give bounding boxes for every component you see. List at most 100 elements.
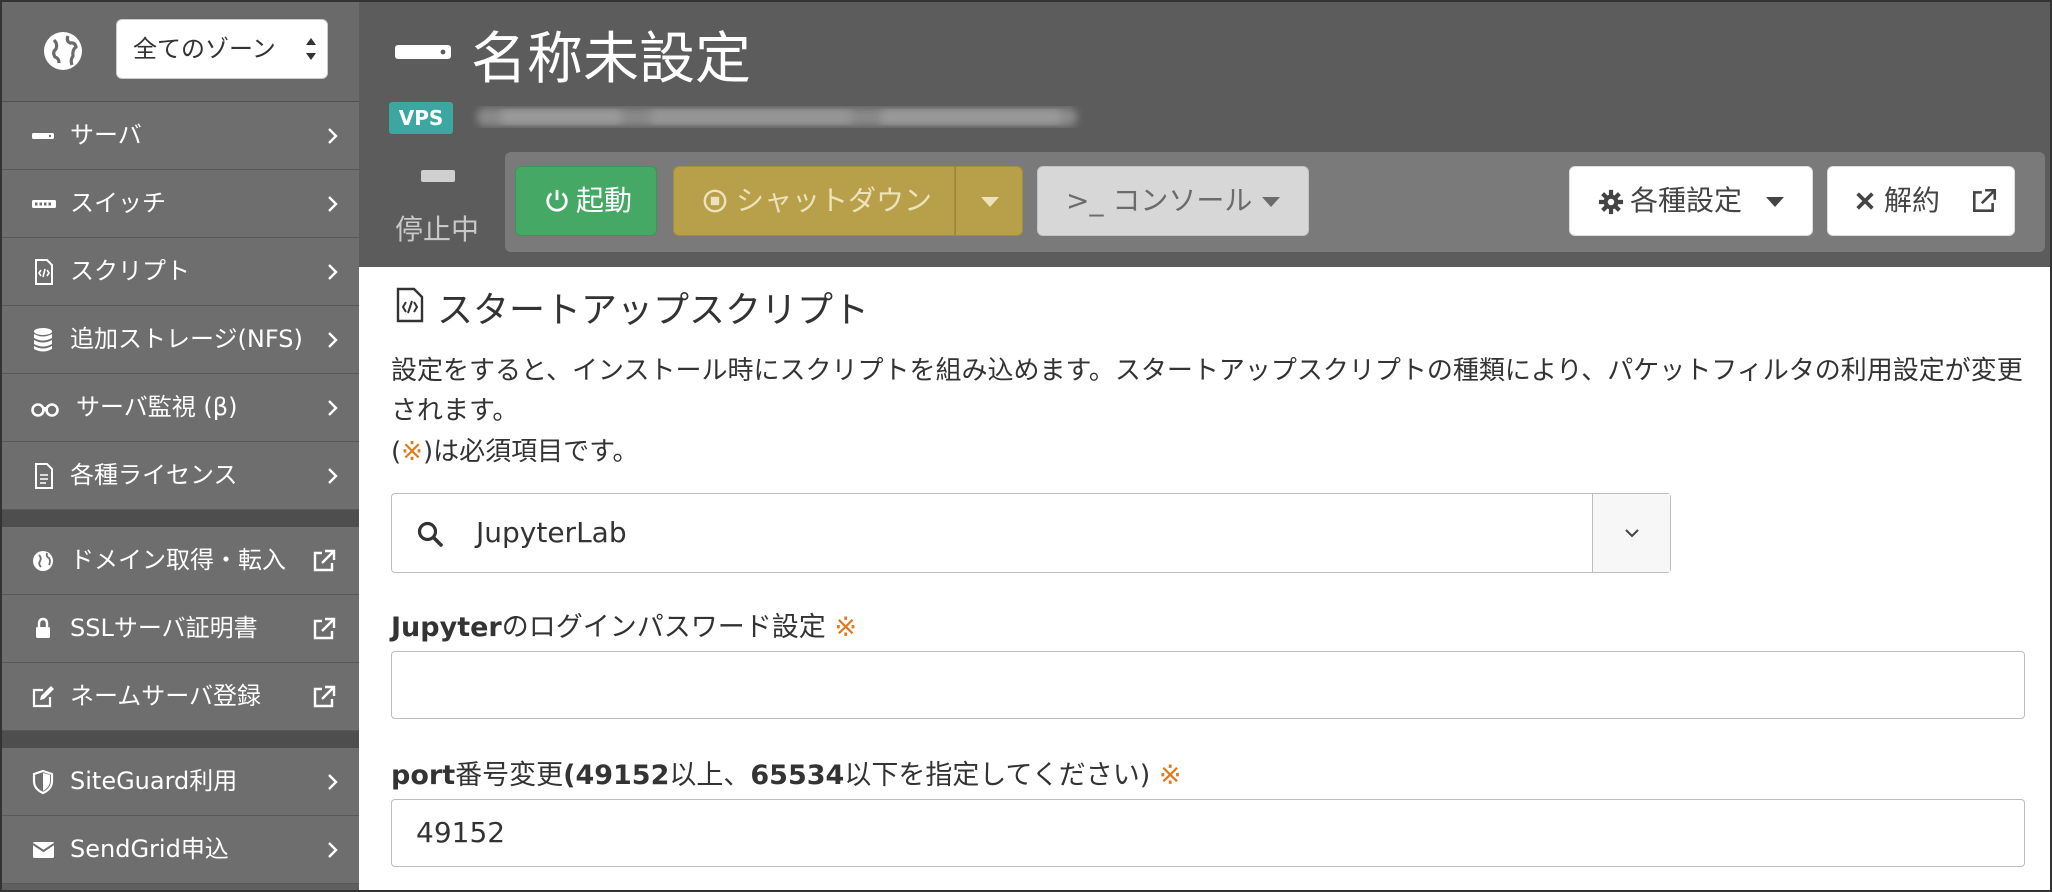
sidebar-item-licenses[interactable]: 各種ライセンス <box>2 442 359 510</box>
script-select[interactable]: JupyterLab <box>391 493 1671 573</box>
cancel-contract-label: 解約 <box>1884 184 1941 217</box>
password-label-bold: Jupyter <box>391 612 502 643</box>
startup-script-panel: スタートアップスクリプト 設定をすると、インストール時にスクリプトを組み込めます… <box>359 267 2050 890</box>
console-button[interactable]: >_ コンソール <box>1037 166 1309 236</box>
server-icon <box>395 45 451 59</box>
sidebar-item-sendgrid[interactable]: SendGrid申込 <box>2 816 359 884</box>
redacted-address <box>477 108 1077 126</box>
caret-down-icon <box>1262 197 1280 207</box>
settings-label: 各種設定 <box>1630 184 1743 217</box>
power-icon <box>546 189 568 212</box>
select-arrows-icon <box>306 38 316 60</box>
sidebar-item-label: 各種ライセンス <box>70 461 238 489</box>
sidebar-item-domain[interactable]: ドメイン取得・転入 <box>2 527 359 595</box>
page-title: 名称未設定 <box>471 27 751 92</box>
port-label: port番号変更(49152以上、65534以下を指定してください) ※ <box>391 753 1181 792</box>
start-label: 起動 <box>576 184 633 217</box>
document-icon <box>35 463 53 489</box>
search-icon <box>417 521 443 547</box>
sidebar-item-label: サーバ <box>70 121 142 149</box>
sidebar: 全てのゾーン サーバ スイッチ スクリプト 追加ストレージ(NFS) サーバ監視… <box>2 2 359 890</box>
required-mark: ※ <box>834 612 857 643</box>
chevron-right-icon <box>328 468 338 484</box>
sidebar-item-label: スクリプト <box>70 257 190 285</box>
password-label: Jupyterのログインパスワード設定 ※ <box>391 605 857 644</box>
sidebar-divider <box>2 510 359 527</box>
vps-badge: VPS <box>389 102 453 134</box>
shield-icon <box>32 769 54 795</box>
switch-icon <box>32 200 56 208</box>
zone-bar: 全てのゾーン <box>2 2 359 102</box>
sidebar-item-storage[interactable]: 追加ストレージ(NFS) <box>2 306 359 374</box>
chevron-down-icon <box>1625 529 1639 538</box>
port-label-d: 以上、 <box>669 760 751 791</box>
sidebar-item-label: SendGrid申込 <box>70 835 229 863</box>
close-icon <box>1856 192 1874 210</box>
shutdown-button[interactable]: シャットダウン <box>673 166 955 236</box>
external-link-icon <box>313 685 336 708</box>
caret-down-icon <box>981 197 999 207</box>
port-label-c: (49152 <box>563 760 670 791</box>
required-mark: ※ <box>1158 760 1182 791</box>
shutdown-dropdown-button[interactable] <box>955 166 1023 236</box>
sidebar-item-script[interactable]: スクリプト <box>2 238 359 306</box>
power-status: 停止中 <box>359 152 501 267</box>
server-icon <box>32 133 54 139</box>
edit-icon <box>32 686 54 708</box>
stopped-icon <box>421 170 455 182</box>
port-label-b: 番号変更 <box>455 760 564 791</box>
sidebar-item-label: サーバ監視 (β) <box>76 393 238 421</box>
external-link-icon <box>313 617 336 640</box>
zone-select[interactable]: 全てのゾーン <box>116 19 328 79</box>
console-label: >_ コンソール <box>1066 184 1253 217</box>
script-select-toggle[interactable] <box>1592 494 1670 572</box>
required-note-open: ( <box>391 437 402 467</box>
sidebar-item-label: スイッチ <box>70 189 166 217</box>
password-input[interactable] <box>391 651 2025 719</box>
script-icon <box>396 287 424 323</box>
external-link-icon <box>1973 188 1997 212</box>
chevron-right-icon <box>328 774 338 790</box>
required-note-text: )は必須項目です。 <box>422 437 639 467</box>
chevron-right-icon <box>328 196 338 212</box>
status-text: 停止中 <box>395 213 480 246</box>
shutdown-label: シャットダウン <box>736 184 933 217</box>
sidebar-item-label: 追加ストレージ(NFS) <box>70 325 303 353</box>
script-icon <box>35 259 53 285</box>
sidebar-item-label: SSLサーバ証明書 <box>70 614 258 642</box>
globe-icon <box>44 32 82 70</box>
stop-circle-icon <box>703 189 727 213</box>
chevron-right-icon <box>328 400 338 416</box>
settings-button[interactable]: 各種設定 <box>1569 166 1813 236</box>
port-input[interactable]: 49152 <box>391 799 2025 867</box>
port-label-f: 以下を指定してください) <box>844 760 1151 791</box>
caret-down-icon <box>1766 197 1784 207</box>
cancel-contract-button[interactable]: 解約 <box>1827 166 2015 236</box>
port-label-a: port <box>391 760 456 791</box>
sidebar-item-label: ネームサーバ登録 <box>70 682 262 710</box>
sidebar-item-label: SiteGuard利用 <box>70 767 238 795</box>
server-header: 名称未設定 VPS 停止中 起動 シャットダウン >_ コンソール 各種設定 解… <box>359 2 2050 267</box>
script-select-value: JupyterLab <box>476 516 627 549</box>
sidebar-item-server[interactable]: サーバ <box>2 102 359 170</box>
envelope-icon <box>32 842 55 858</box>
sidebar-item-monitoring[interactable]: サーバ監視 (β) <box>2 374 359 442</box>
chevron-right-icon <box>328 128 338 144</box>
globe-icon <box>33 551 53 571</box>
password-label-text: のログインパスワード設定 <box>501 612 826 643</box>
binoculars-icon <box>31 403 59 417</box>
lock-icon <box>36 617 50 638</box>
chevron-right-icon <box>328 332 338 348</box>
sidebar-item-label: ドメイン取得・転入 <box>70 546 286 574</box>
section-title: スタートアップスクリプト <box>437 290 870 331</box>
sidebar-item-ssl[interactable]: SSLサーバ証明書 <box>2 595 359 663</box>
sidebar-item-nameserver[interactable]: ネームサーバ登録 <box>2 663 359 731</box>
sidebar-divider <box>2 731 359 748</box>
app-frame: 全てのゾーン サーバ スイッチ スクリプト 追加ストレージ(NFS) サーバ監視… <box>0 0 2052 892</box>
chevron-right-icon <box>328 264 338 280</box>
sidebar-item-switch[interactable]: スイッチ <box>2 170 359 238</box>
action-toolbar: 起動 シャットダウン >_ コンソール 各種設定 解約 <box>505 152 2045 252</box>
start-button[interactable]: 起動 <box>515 166 657 236</box>
sidebar-item-siteguard[interactable]: SiteGuard利用 <box>2 748 359 816</box>
gear-icon <box>1598 189 1624 215</box>
